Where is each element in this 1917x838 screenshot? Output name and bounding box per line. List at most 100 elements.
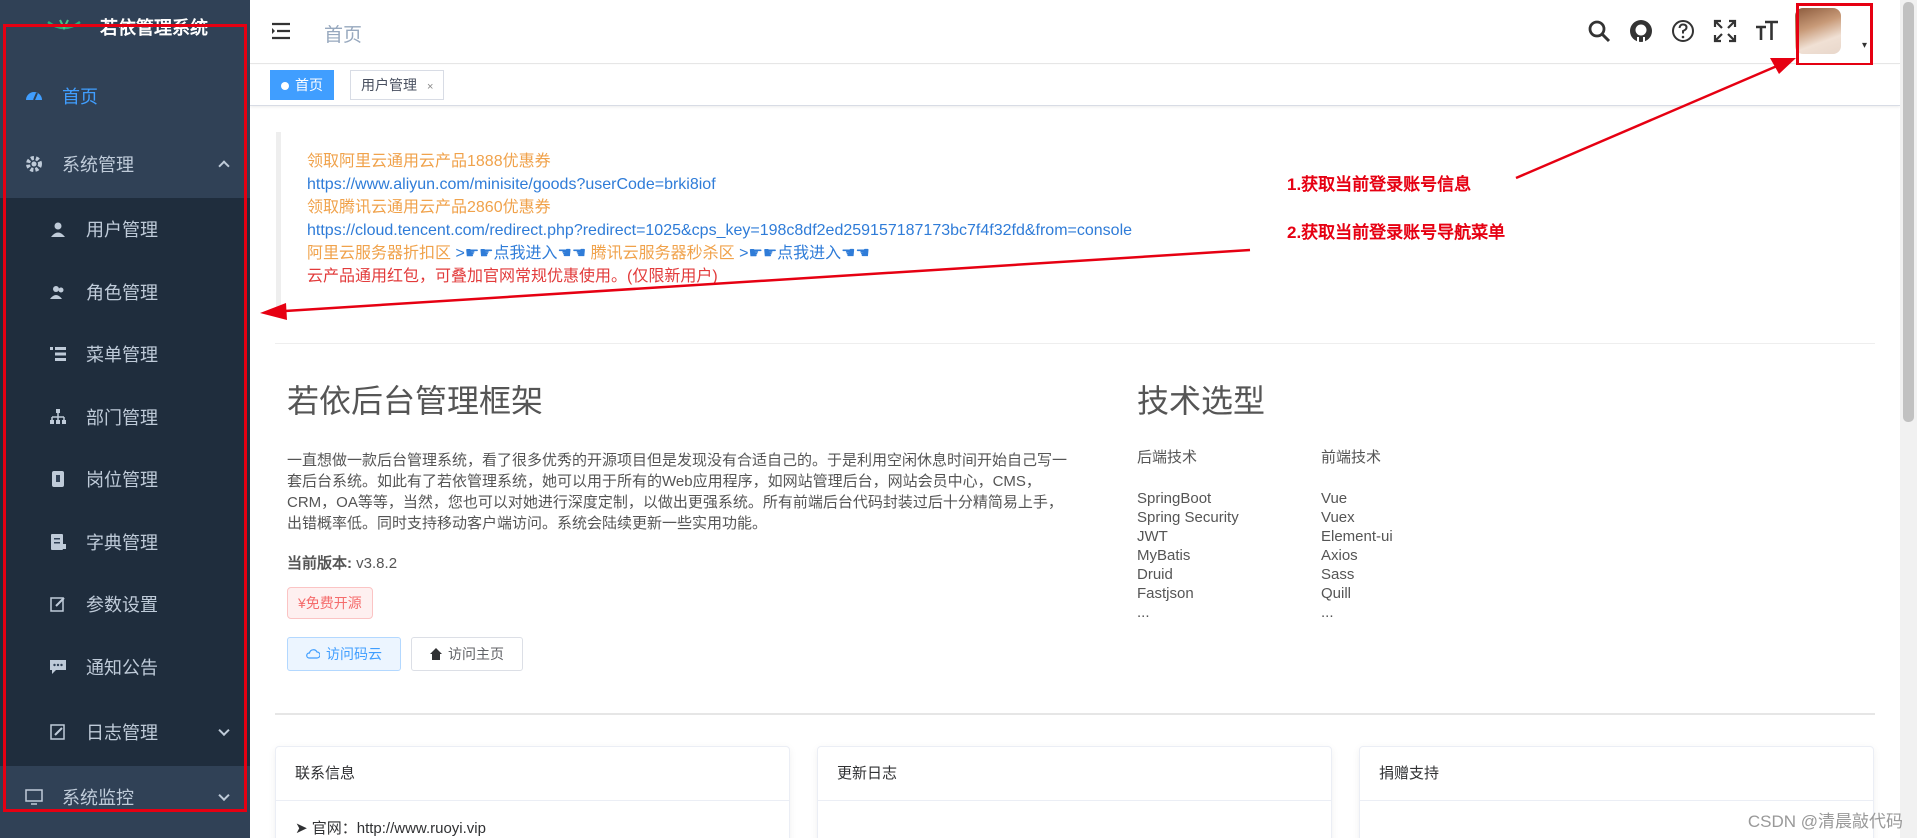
search-icon[interactable] [1586,18,1612,44]
sidebar-item-role[interactable]: 角色管理 [0,261,250,324]
tech-item: JWT [1137,528,1168,545]
edit-icon [48,594,68,614]
hamburger-icon[interactable] [272,22,292,45]
font-size-icon[interactable] [1754,18,1780,44]
card-changelog: 更新日志 [817,746,1332,838]
message-icon [48,657,68,677]
sidebar-item-label: 日志管理 [86,723,158,743]
sidebar-item-label: 角色管理 [86,282,158,303]
tree-table-icon [48,344,68,364]
sidebar-item-system[interactable]: 系统管理 [0,130,250,198]
system-submenu: 用户管理 角色管理 菜单管理 部门管理 岗位管理 字典管理 参数设置 通知公告 … [0,198,250,766]
tech-item: ... [1321,604,1334,621]
intro-description: 一直想做一款后台管理系统，看了很多优秀的开源项目但是发现没有合适自己的。于是利用… [287,452,1068,532]
backend-head: 后端技术 [1137,449,1198,466]
frontend-column: 前端技术 Vue Vuex Element-ui Axios Sass Quil… [1321,448,1505,622]
sidebar-item-monitor[interactable]: 系统监控 [0,766,250,828]
visit-gitee-button[interactable]: 访问码云 [287,637,401,671]
card-body: ➤ 官网：http://www.ruoyi.vip [295,820,486,837]
tech-item: ... [1137,604,1150,621]
intro-section: 若依后台管理框架 一直想做一款后台管理系统，看了很多优秀的开源项目但是发现没有合… [287,376,1067,671]
backend-column: 后端技术 SpringBoot Spring Security JWT MyBa… [1137,448,1321,622]
version-line: 当前版本: v3.8.2 [287,555,398,572]
sidebar-item-label: 岗位管理 [86,470,158,491]
tech-item: Vuex [1321,509,1355,526]
divider [275,343,1875,344]
tags-view: 首页 用户管理 × [250,65,1900,106]
vertical-scrollbar[interactable] [1900,0,1917,838]
intro-title: 若依后台管理框架 [287,383,544,419]
sidebar-item-label: 首页 [62,87,98,107]
log-icon [48,722,68,742]
nav-icons [1586,18,1780,44]
fullscreen-icon[interactable] [1712,18,1738,44]
tech-item: Axios [1321,547,1358,564]
peoples-icon [48,282,68,302]
card-title: 捐赠支持 [1360,747,1873,801]
promo-line[interactable]: 云产品通用红包，可叠加官网常规优惠使用。(仅限新用户) [307,265,1626,288]
main-content: 领取阿里云通用云产品1888优惠券 https://www.aliyun.com… [250,106,1900,838]
sidebar-item-user[interactable]: 用户管理 [0,198,250,261]
sidebar-item-label: 参数设置 [86,595,158,616]
github-icon[interactable] [1628,18,1654,44]
chevron-down-icon [218,724,230,737]
button-row: 访问码云 访问主页 [287,637,1067,671]
tech-title: 技术选型 [1137,383,1266,419]
monitor-icon [24,787,44,807]
sidebar-item-label: 用户管理 [86,220,158,241]
sidebar-item-label: 部门管理 [86,407,158,428]
sidebar-item-home[interactable]: 首页 [0,62,250,130]
tag-home[interactable]: 首页 [270,70,334,100]
chevron-down-icon [218,789,230,802]
tech-item: SpringBoot [1137,490,1212,507]
active-dot-icon [281,82,289,90]
chevron-up-icon [218,160,230,172]
sidebar-item-menu[interactable]: 菜单管理 [0,323,250,386]
sidebar-item-label: 菜单管理 [86,345,158,366]
brand: 若依管理系统 [0,0,250,60]
app-root: 若依管理系统 首页 系统管理 用户管理 角色管理 菜单管理 部门管理 岗位管理 … [0,0,1917,838]
brand-title: 若依管理系统 [100,18,208,38]
tech-item: MyBatis [1137,547,1191,564]
cloud-icon [306,649,320,659]
promo-line[interactable]: 领取腾讯云通用云产品2860优惠券 [307,196,1626,219]
divider [275,713,1875,715]
sidebar-item-dept[interactable]: 部门管理 [0,386,250,449]
watermark: CSDN @清晨敲代码 [1747,812,1903,831]
sidebar-item-log[interactable]: 日志管理 [0,698,250,766]
sidebar-item-label: 通知公告 [86,657,158,678]
scrollbar-thumb[interactable] [1903,2,1914,422]
tech-item: Spring Security [1137,509,1239,526]
dashboard-icon [24,86,44,106]
sidebar-item-config[interactable]: 参数设置 [0,573,250,636]
close-icon[interactable]: × [427,81,433,93]
sidebar-item-label: 字典管理 [86,532,158,553]
visit-home-button[interactable]: 访问主页 [411,637,523,671]
promo-line: 阿里云服务器折扣区 >☛☛点我进入☚☚ 腾讯云服务器秒杀区 >☛☛点我进入☚☚ [307,245,870,262]
breadcrumb: 首页 [324,25,363,46]
free-badge: ¥免费开源 [287,587,373,619]
annotation-text-2: 2.获取当前登录账号导航菜单 [1287,223,1506,242]
annotation-text-1: 1.获取当前登录账号信息 [1287,175,1472,194]
sidebar-item-notice[interactable]: 通知公告 [0,636,250,699]
frontend-head: 前端技术 [1321,449,1382,466]
card-body [818,801,1331,833]
sidebar-item-dict[interactable]: 字典管理 [0,511,250,574]
tech-item: Sass [1321,566,1355,583]
annotation-box-avatar [1796,3,1873,66]
tech-item: Fastjson [1137,585,1194,602]
sidebar: 若依管理系统 首页 系统管理 用户管理 角色管理 菜单管理 部门管理 岗位管理 … [0,0,250,838]
question-icon[interactable] [1670,18,1696,44]
card-title: 联系信息 [276,747,789,801]
sidebar-item-post[interactable]: 岗位管理 [0,448,250,511]
tech-columns: 后端技术 SpringBoot Spring Security JWT MyBa… [1137,448,1637,622]
post-icon [48,469,68,489]
tech-item: Quill [1321,585,1352,602]
dict-icon [48,532,68,552]
info-cards: 联系信息 ➤ 官网：http://www.ruoyi.vip 更新日志 捐赠支持 [275,746,1875,838]
tag-user[interactable]: 用户管理 × [350,70,445,100]
card-title: 更新日志 [818,747,1331,801]
tech-item: Vue [1321,490,1348,507]
tech-section: 技术选型 后端技术 SpringBoot Spring Security JWT… [1137,376,1637,622]
user-icon [48,219,68,239]
